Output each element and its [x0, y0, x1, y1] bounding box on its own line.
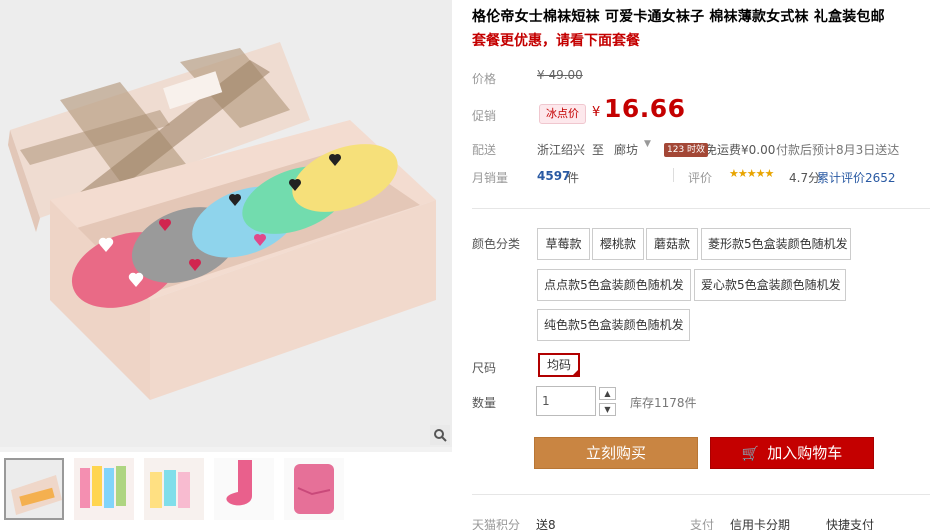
review-count-link[interactable]: 累计评价2652 — [817, 169, 896, 186]
color-option-mushroom[interactable]: 蘑菇款 — [646, 228, 698, 260]
size-option-text: 均码 — [546, 358, 571, 372]
thumbnail-3[interactable] — [144, 458, 204, 520]
qty-decrease-button[interactable]: ▼ — [599, 403, 616, 416]
thumbnail-strip — [0, 452, 452, 530]
price-label: 价格 — [472, 72, 497, 86]
ship-to-word: 至 — [592, 143, 605, 157]
size-label: 尺码 — [472, 361, 497, 375]
selected-check-icon — [571, 368, 580, 377]
ship-destination[interactable]: 廊坊 — [614, 141, 638, 158]
color-option-solid[interactable]: 纯色款5色盒装颜色随机发 — [537, 309, 690, 341]
rating-stars: ★★★★★ — [729, 167, 774, 180]
payment-label: 支付 — [690, 518, 715, 530]
quantity-input[interactable]: 1 — [536, 386, 596, 416]
zoom-icon[interactable] — [430, 425, 450, 445]
ship-from: 浙江绍兴 — [537, 143, 586, 157]
thumbnail-5[interactable] — [284, 458, 344, 520]
thumbnail-4[interactable] — [214, 458, 274, 520]
points-label: 天猫积分 — [472, 518, 521, 530]
product-title: 格伦帝女士棉袜短袜 可爱卡通女袜子 棉袜薄款女式袜 礼盒装包邮 — [472, 9, 885, 25]
thumbnail-1[interactable] — [4, 458, 64, 520]
product-details: 格伦帝女士棉袜短袜 可爱卡通女袜子 棉袜薄款女式袜 礼盒装包邮 套餐更优惠，请看… — [452, 0, 930, 530]
color-option-strawberry[interactable]: 草莓款 — [537, 228, 590, 260]
section-divider — [472, 208, 930, 209]
sales-label: 月销量 — [472, 171, 509, 185]
original-price: ¥ 49.00 — [537, 68, 583, 82]
qty-increase-button[interactable]: ▲ — [599, 387, 616, 400]
stats-divider — [673, 168, 674, 182]
color-option-diamond[interactable]: 菱形款5色盒装颜色随机发 — [701, 228, 851, 260]
promo-badge: 冰点价 — [539, 104, 586, 124]
footer-divider — [472, 494, 930, 495]
add-to-cart-label: 加入购物车 — [767, 444, 843, 462]
sock-box-illustration — [0, 0, 452, 447]
product-subtitle: 套餐更优惠，请看下面套餐 — [472, 33, 640, 49]
color-option-dots[interactable]: 点点款5色盒装颜色随机发 — [537, 269, 691, 301]
color-option-cherry[interactable]: 樱桃款 — [592, 228, 644, 260]
rating-score: 4.7分 — [789, 171, 821, 185]
stock-text: 库存1178件 — [630, 396, 697, 410]
add-to-cart-button[interactable]: 🛒 加入购物车 — [710, 437, 874, 469]
payment-credit-installment[interactable]: 信用卡分期 — [730, 516, 790, 530]
ship-eta: 付款后预计8月3日送达 — [776, 143, 900, 157]
chevron-down-icon[interactable]: ▼ — [644, 139, 651, 149]
promo-label: 促销 — [472, 109, 497, 123]
delivery-speed-badge: 123 时效 — [664, 143, 709, 157]
qty-label: 数量 — [472, 396, 497, 410]
rating-label: 评价 — [688, 171, 713, 185]
thumbnail-2[interactable] — [74, 458, 134, 520]
currency-symbol: ¥ — [592, 105, 601, 120]
cart-icon: 🛒 — [741, 446, 760, 462]
color-label: 颜色分类 — [472, 237, 521, 251]
promo-price: 16.66 — [604, 94, 686, 123]
main-product-image[interactable] — [0, 0, 452, 447]
sales-count: 4597 — [537, 169, 571, 183]
ship-fee: 免运费¥0.00 — [705, 143, 776, 157]
shipping-label: 配送 — [472, 143, 497, 157]
size-option-onesize[interactable]: 均码 — [538, 353, 580, 377]
product-gallery — [0, 0, 452, 530]
sales-unit: 件 — [567, 171, 580, 185]
payment-quick-pay[interactable]: 快捷支付 — [826, 516, 874, 530]
buy-now-button[interactable]: 立刻购买 — [534, 437, 698, 469]
points-value: 送8 — [536, 518, 556, 530]
color-option-heart[interactable]: 爱心款5色盒装颜色随机发 — [694, 269, 846, 301]
